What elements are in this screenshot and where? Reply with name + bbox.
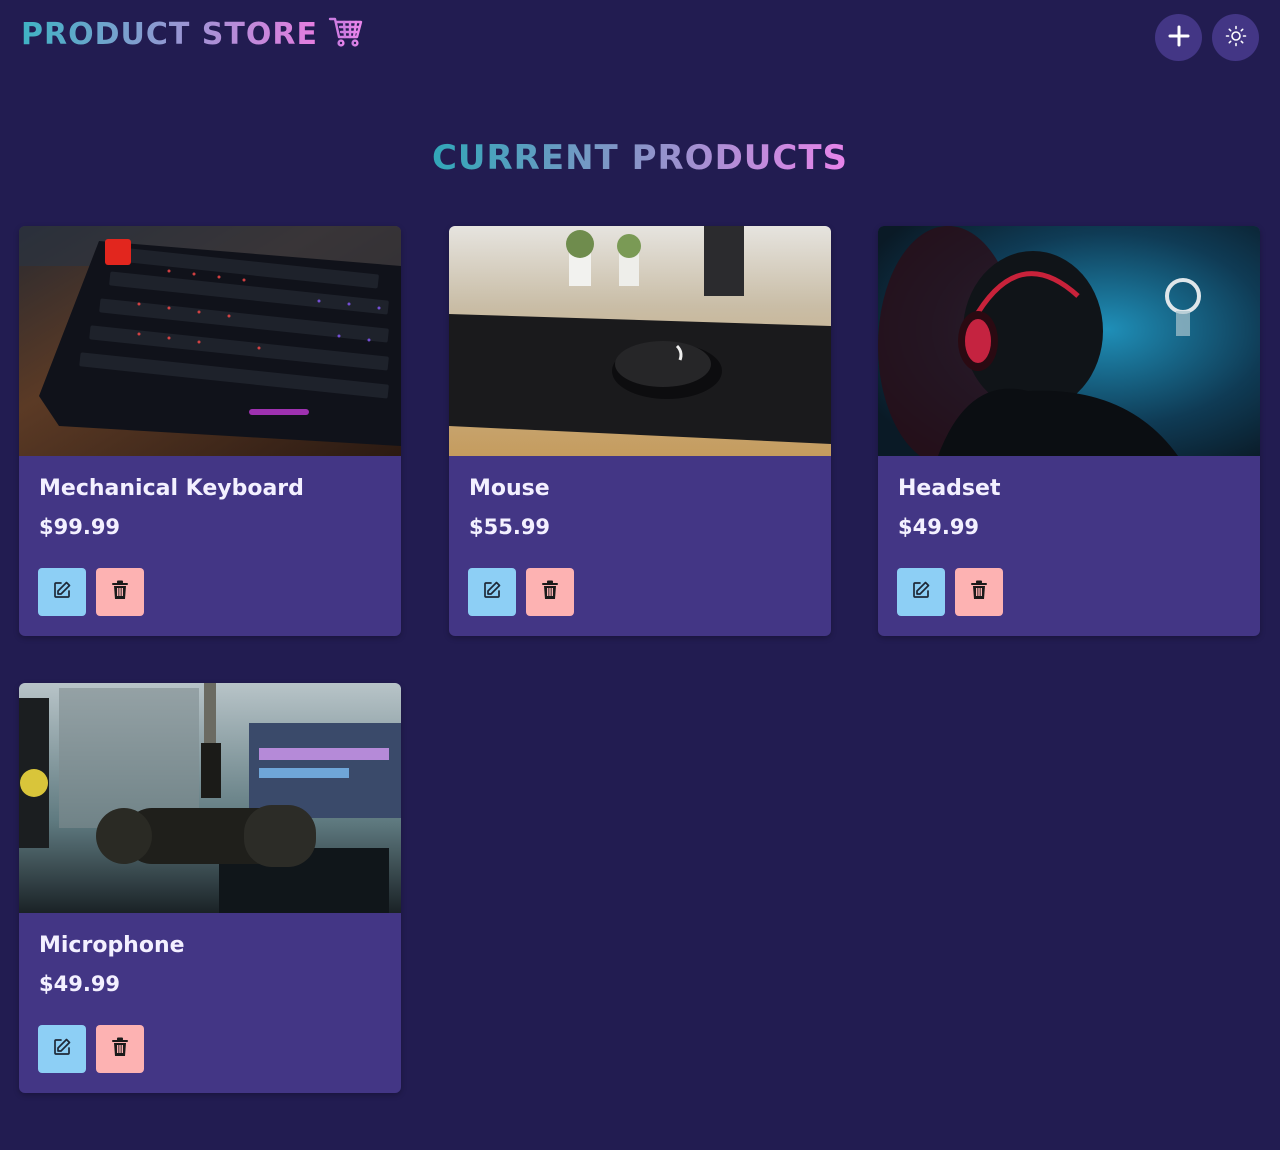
- edit-button[interactable]: [897, 568, 945, 616]
- delete-button[interactable]: [96, 568, 144, 616]
- delete-button[interactable]: [96, 1025, 144, 1073]
- page-heading: CURRENT PRODUCTS: [0, 138, 1280, 178]
- product-card: Headset $49.99: [878, 226, 1260, 636]
- product-price: $49.99: [39, 972, 121, 996]
- trash-icon: [541, 580, 559, 604]
- product-price: $55.99: [469, 515, 551, 539]
- keyboard-photo: [19, 226, 401, 456]
- product-name: Microphone: [39, 933, 185, 958]
- product-name: Mouse: [469, 476, 550, 501]
- product-price: $99.99: [39, 515, 121, 539]
- product-card: Mouse $55.99: [449, 226, 831, 636]
- trash-icon: [111, 580, 129, 604]
- navbar: PRODUCT STORE: [0, 0, 1280, 72]
- brand-title: PRODUCT STORE: [21, 16, 318, 52]
- edit-icon: [52, 580, 72, 604]
- trash-icon: [970, 580, 988, 604]
- product-card: Mechanical Keyboard $99.99: [19, 226, 401, 636]
- product-card: Microphone $49.99: [19, 683, 401, 1093]
- edit-icon: [911, 580, 931, 604]
- product-name: Mechanical Keyboard: [39, 476, 304, 501]
- delete-button[interactable]: [526, 568, 574, 616]
- trash-icon: [111, 1037, 129, 1061]
- add-product-button[interactable]: [1155, 14, 1202, 61]
- shopping-cart-icon: [328, 15, 364, 53]
- edit-button[interactable]: [38, 1025, 86, 1073]
- edit-icon: [52, 1037, 72, 1061]
- product-name: Headset: [898, 476, 1001, 501]
- microphone-photo: [19, 683, 401, 913]
- edit-icon: [482, 580, 502, 604]
- edit-button[interactable]: [468, 568, 516, 616]
- headset-photo: [878, 226, 1260, 456]
- brand-link[interactable]: PRODUCT STORE: [21, 15, 364, 53]
- mouse-photo: [449, 226, 831, 456]
- plus-icon: [1168, 25, 1190, 51]
- delete-button[interactable]: [955, 568, 1003, 616]
- product-price: $49.99: [898, 515, 980, 539]
- theme-toggle-button[interactable]: [1212, 14, 1259, 61]
- page-heading-text: CURRENT PRODUCTS: [431, 138, 849, 178]
- sun-icon: [1225, 25, 1247, 51]
- edit-button[interactable]: [38, 568, 86, 616]
